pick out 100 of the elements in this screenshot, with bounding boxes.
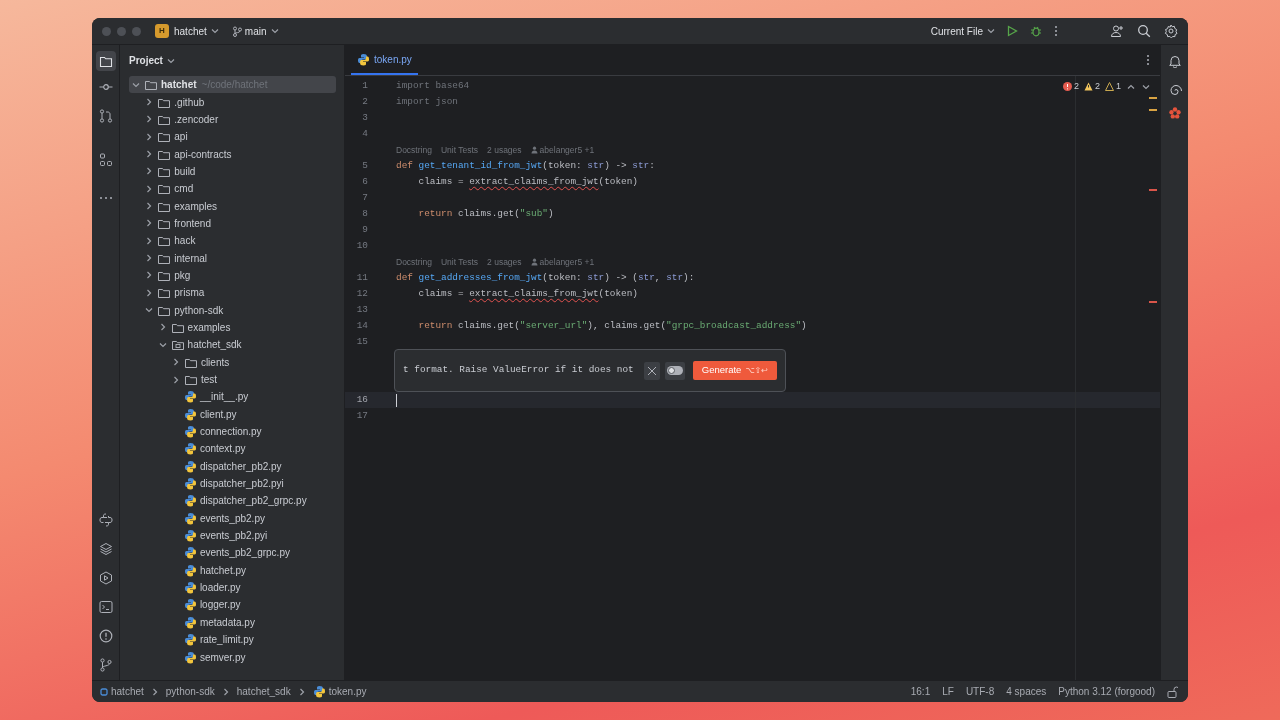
tree-item[interactable]: api-contracts [129,145,336,163]
run-configuration-selector[interactable]: Current File [930,23,996,39]
structure-icon[interactable] [98,153,113,167]
breadcrumb[interactable]: python-sdk [165,684,215,699]
tree-item[interactable]: logger.py [129,596,336,614]
run-services-icon[interactable] [98,571,113,585]
bug-icon[interactable] [1030,25,1042,37]
tree-item[interactable]: dispatcher_pb2.py [129,457,336,475]
prompt-field[interactable]: t format. Raise ValueError if it does not [403,363,639,378]
weak-warning-count[interactable]: 1 [1105,80,1121,94]
tree-item[interactable]: clients [129,353,336,371]
tree-item[interactable]: prisma [129,284,336,302]
project-tool-button[interactable] [95,51,116,71]
search-icon[interactable] [1137,24,1151,38]
inlay-hint[interactable]: Docstring [396,255,432,269]
panel-title[interactable]: Project [129,53,176,68]
spiral-icon[interactable] [1167,83,1182,97]
tree-item[interactable]: hatchet_sdk [129,336,336,354]
terminal-icon[interactable] [98,600,113,614]
tree-item[interactable]: internal [129,249,336,267]
tree-item[interactable]: cmd [129,180,336,198]
tree-item[interactable]: dispatcher_pb2_grpc.py [129,492,336,510]
tree-item[interactable]: build [129,162,336,181]
project-selector[interactable]: hatchet [174,23,220,39]
branch-icon [231,25,242,37]
tree-item[interactable]: events_pb2.py [129,509,336,527]
tree-item[interactable]: test [129,370,336,389]
inlay-hint[interactable]: Unit Tests [440,143,479,157]
toggle-switch[interactable] [664,361,685,380]
status-item[interactable]: 16:1 [910,684,931,699]
python-file-icon [183,442,197,456]
python-file-icon [183,459,197,473]
tree-item[interactable]: semver.py [129,648,336,666]
tree-item[interactable]: examples [129,197,336,215]
python-console-icon[interactable] [98,513,113,527]
python-file-icon [183,633,197,647]
author-hint[interactable]: abelanger5 +1 [530,255,595,269]
tree-item[interactable]: dispatcher_pb2.pyi [129,474,336,493]
author-hint[interactable]: abelanger5 +1 [530,143,595,157]
tree-item[interactable]: events_pb2.pyi [129,526,336,545]
status-item[interactable]: LF [942,684,954,699]
tree-item[interactable]: loader.py [129,578,336,597]
tree-item[interactable]: __init__.py [129,388,336,406]
python-file-icon [183,477,197,491]
settings-icon[interactable] [1164,24,1178,38]
add-user-icon[interactable] [1110,24,1124,38]
folder-icon [144,78,158,92]
line-number: 16 [355,392,368,407]
tree-item[interactable]: events_pb2_grpc.py [129,544,336,562]
tree-item[interactable]: python-sdk [129,301,336,319]
folder-icon [157,130,172,144]
branch-selector[interactable]: main [231,23,280,39]
warning-count[interactable]: 2 [1083,80,1100,94]
folder-icon [183,373,198,386]
package-folder-icon [170,338,185,352]
status-item[interactable]: Python 3.12 (forgood) [1058,684,1155,699]
tree-item[interactable]: client.py [129,405,336,423]
close-icon[interactable] [643,361,660,380]
tree-item[interactable]: examples [129,318,336,337]
tree-item[interactable]: rate_limit.py [129,631,336,649]
more-icon[interactable] [1054,25,1058,37]
tree-item[interactable]: frontend [129,214,336,233]
lock-icon[interactable] [1167,685,1178,698]
inlay-hint[interactable]: Docstring [396,143,432,157]
breadcrumb[interactable]: token.py [312,684,367,699]
folder-icon [157,286,172,300]
tree-item[interactable]: connection.py [129,422,336,441]
pull-request-icon[interactable] [98,109,113,123]
line-number: 12 [355,286,368,301]
editor-tab[interactable]: token.py [351,45,418,75]
flower-icon[interactable] [1167,106,1182,120]
tree-item[interactable]: hack [129,232,336,250]
status-item[interactable]: UTF-8 [965,684,995,699]
tree-item[interactable]: .zencoder [129,110,336,129]
inlay-hint[interactable]: 2 usages [487,255,522,269]
code-line: claims = extract_claims_from_jwt(token) [417,174,638,189]
inlay-hint[interactable]: Unit Tests [440,255,479,269]
git-branch-icon[interactable] [98,658,113,672]
tree-item[interactable]: hatchet.py [129,561,336,579]
tree-item[interactable]: context.py [129,440,336,458]
python-file-icon [357,52,370,66]
python-file-icon [183,563,197,577]
problems-icon[interactable] [98,629,113,643]
inlay-hint[interactable]: 2 usages [487,143,522,157]
layers-icon[interactable] [98,542,113,556]
error-count[interactable]: 2 [1062,80,1079,94]
bell-icon[interactable] [1167,54,1182,68]
more-icon[interactable] [1146,54,1150,66]
python-file-icon [183,615,197,629]
tree-item[interactable]: api [129,128,336,146]
folder-icon [98,54,113,68]
status-item[interactable]: 4 spaces [1006,684,1047,699]
tree-item[interactable]: pkg [129,266,336,285]
line-number: 3 [361,110,368,125]
tree-item[interactable]: .github [129,93,336,111]
tree-item[interactable]: metadata.py [129,613,336,631]
breadcrumb[interactable]: hatchet [100,684,144,699]
breadcrumb[interactable]: hatchet_sdk [236,684,291,699]
folder-icon [170,321,185,334]
run-icon[interactable] [1006,25,1018,37]
